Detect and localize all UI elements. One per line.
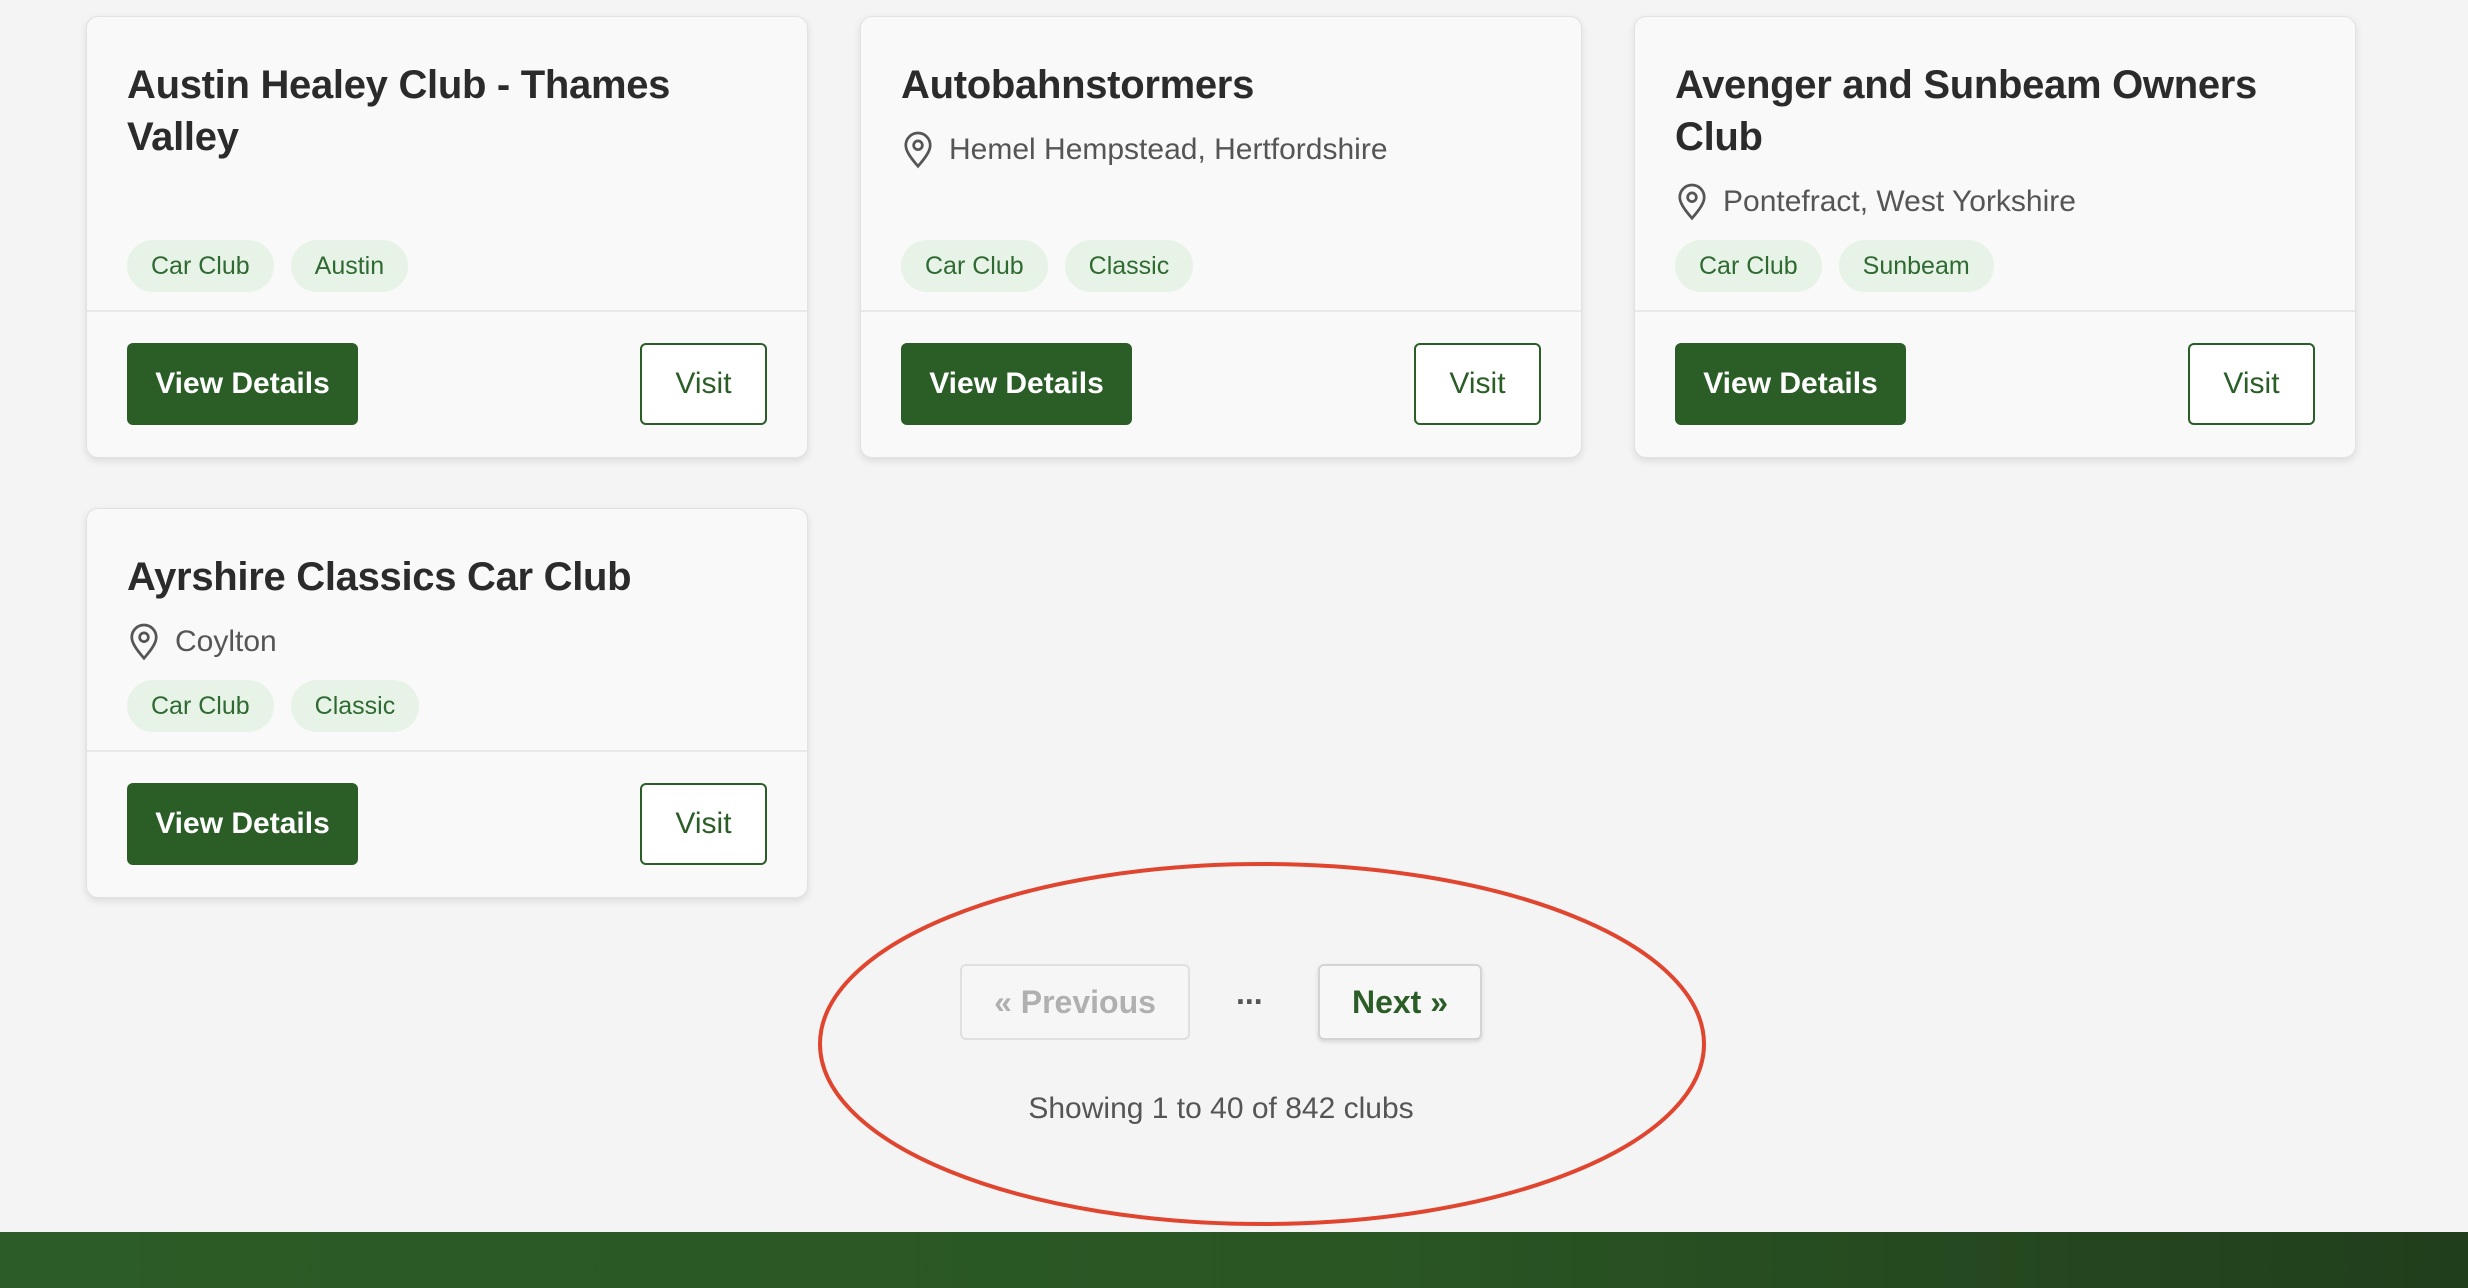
club-card: Autobahnstormers Hemel Hempstead, Hertfo…	[860, 16, 1582, 458]
club-card: Ayrshire Classics Car Club Coylton Car C…	[86, 508, 808, 898]
visit-button[interactable]: Visit	[640, 783, 767, 865]
location-text: Hemel Hempstead, Hertfordshire	[949, 133, 1388, 166]
club-card: Avenger and Sunbeam Owners Club Pontefra…	[1634, 16, 2356, 458]
results-summary: Showing 1 to 40 of 842 clubs	[1028, 1092, 1414, 1125]
card-divider	[861, 310, 1581, 312]
club-tags: Car Club Austin	[127, 240, 409, 292]
tag: Austin	[290, 240, 409, 292]
map-pin-icon	[904, 131, 932, 169]
view-details-button[interactable]: View Details	[1675, 343, 1906, 425]
club-location: Hemel Hempstead, Hertfordshire	[901, 130, 1388, 170]
footer-bar	[0, 1232, 2468, 1288]
tag: Classic	[1064, 240, 1194, 292]
next-page-button[interactable]: Next »	[1318, 964, 1482, 1040]
card-divider	[87, 310, 807, 312]
tag: Sunbeam	[1838, 240, 1994, 292]
card-divider	[1635, 310, 2355, 312]
card-divider	[87, 750, 807, 752]
tag: Car Club	[127, 240, 274, 292]
club-name: Avenger and Sunbeam Owners Club	[1675, 63, 2257, 159]
location-text: Pontefract, West Yorkshire	[1723, 185, 2076, 218]
tag: Car Club	[127, 680, 274, 732]
club-name: Austin Healey Club - Thames Valley	[127, 63, 671, 159]
location-text: Coylton	[175, 625, 277, 658]
club-name: Autobahnstormers	[901, 63, 1255, 107]
club-tags: Car Club Classic	[901, 240, 1194, 292]
club-tags: Car Club Sunbeam	[1675, 240, 1994, 292]
visit-button[interactable]: Visit	[2188, 343, 2315, 425]
previous-page-button: « Previous	[960, 964, 1190, 1040]
pagination-ellipsis: ...	[1236, 975, 1263, 1011]
club-location: Coylton	[127, 622, 277, 662]
tag: Classic	[290, 680, 420, 732]
club-tags: Car Club Classic	[127, 680, 420, 732]
tag: Car Club	[1675, 240, 1822, 292]
club-card: Austin Healey Club - Thames Valley Car C…	[86, 16, 808, 458]
visit-button[interactable]: Visit	[1414, 343, 1541, 425]
view-details-button[interactable]: View Details	[901, 343, 1132, 425]
map-pin-icon	[130, 623, 158, 661]
map-pin-icon	[1678, 183, 1706, 221]
view-details-button[interactable]: View Details	[127, 343, 358, 425]
club-location: Pontefract, West Yorkshire	[1675, 182, 2076, 222]
visit-button[interactable]: Visit	[640, 343, 767, 425]
view-details-button[interactable]: View Details	[127, 783, 358, 865]
club-name: Ayrshire Classics Car Club	[127, 555, 632, 599]
tag: Car Club	[901, 240, 1048, 292]
